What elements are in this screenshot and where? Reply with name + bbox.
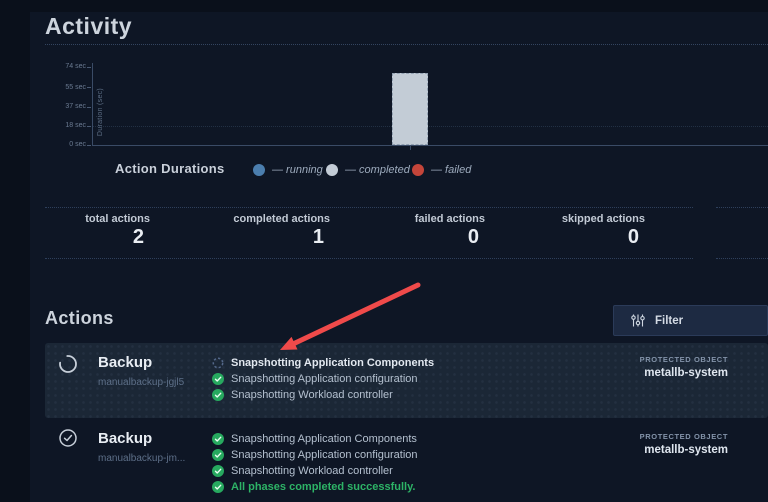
stat-label: completed actions [233,213,330,225]
spinner-circle-icon [58,354,78,374]
legend-label: — running [272,164,323,176]
stat-skipped-actions: skipped actions 0 [562,213,645,249]
y-axis-tick-mark [87,107,91,108]
activity-dashboard: Activity 74 sec 55 sec 37 sec 18 sec 0 s… [0,0,768,502]
legend-label: — failed [431,164,472,176]
phase-text: Snapshotting Application Components [231,433,417,445]
page-title: Activity [45,13,133,39]
protected-object-value: metallb-system [644,444,728,456]
stat-label: skipped actions [561,213,645,225]
action-id: manualbackup-jgjl5 [98,377,185,388]
y-axis-tick-label: 37 sec [65,103,86,110]
y-axis-tick-mark [87,87,91,88]
legend-label: — completed [345,164,410,176]
y-axis-tick-mark [87,145,91,146]
phase-item: Snapshotting Application Components [212,431,418,447]
filter-button-label: Filter [655,314,684,327]
legend-item-completed[interactable]: — completed [326,164,410,176]
action-type: Backup [98,354,153,371]
stat-label: failed actions [414,213,485,225]
check-circle-icon [212,449,224,461]
check-circle-icon [212,465,224,477]
stat-label: total actions [85,213,150,225]
stats-band-right-stub [716,207,768,259]
stat-value: 0 [627,226,639,248]
action-type: Backup [98,430,153,447]
filter-button[interactable]: Filter [613,305,768,336]
running-dot-icon [253,164,265,176]
check-circle-icon [212,481,224,493]
y-axis-tick-mark [87,126,91,127]
phase-text: Snapshotting Application configuration [231,373,418,385]
stat-failed-actions: failed actions 0 [415,213,485,249]
action-row-backup-running[interactable]: Backup manualbackup-jgjl5 Snapshotting A… [45,343,768,418]
phase-item: Snapshotting Application configuration [212,371,434,387]
y-axis-tick-label: 0 sec [69,141,86,148]
y-axis-tick-mark [87,67,91,68]
phase-text: Snapshotting Application Components [231,357,435,369]
sliders-filter-icon [631,314,645,327]
stat-value: 1 [312,226,324,248]
protected-object: PROTECTED OBJECT metallb-system [640,355,728,379]
phase-list: Snapshotting Application Components Snap… [212,355,434,403]
actions-section-title: Actions [45,308,114,328]
check-circle-icon [212,389,224,401]
phase-item: Snapshotting Application configuration [212,447,418,463]
legend-item-failed[interactable]: — failed [412,164,471,176]
phase-item: Snapshotting Workload controller [212,387,434,403]
check-circle-icon [212,373,224,385]
action-row-backup-completed[interactable]: Backup manualbackup-jm... Snapshotting A… [45,425,768,502]
y-axis-tick-label: 74 sec [65,63,86,70]
failed-dot-icon [412,164,424,176]
phase-text-success: All phases completed successfully. [231,481,416,493]
check-circle-outline-icon [58,428,78,448]
phase-text: Snapshotting Workload controller [231,389,393,401]
stat-value: 0 [467,226,479,248]
phase-list: Snapshotting Application Components Snap… [212,431,418,495]
x-axis-bar-tick [410,146,411,150]
gridline-18sec [93,126,768,127]
y-axis-tick-label: 18 sec [65,122,86,129]
completed-dot-icon [326,164,338,176]
check-circle-icon [212,433,224,445]
phase-text: Snapshotting Application configuration [231,449,418,461]
completed-duration-bar [392,73,428,145]
spinner-icon [212,357,224,369]
protected-object-label: PROTECTED OBJECT [639,432,728,441]
chart-legend-title: Action Durations [115,161,225,176]
action-id: manualbackup-jm... [98,453,186,464]
stat-completed-actions: completed actions 1 [233,213,330,249]
x-axis-line [92,145,768,146]
phase-item: Snapshotting Workload controller [212,463,418,479]
y-axis-line [92,63,93,146]
y-axis-title: Duration (sec) [97,87,104,137]
stat-value: 2 [132,226,144,248]
protected-object-value: metallb-system [644,367,728,379]
phase-item: All phases completed successfully. [212,479,418,495]
protected-object-label: PROTECTED OBJECT [639,355,728,364]
y-axis-tick-label: 55 sec [65,84,86,91]
legend-item-running[interactable]: — running [253,164,323,176]
stat-total-actions: total actions 2 [85,213,150,249]
title-divider [45,44,768,45]
phase-item: Snapshotting Application Components [212,355,434,371]
phase-text: Snapshotting Workload controller [231,465,393,477]
protected-object: PROTECTED OBJECT metallb-system [640,432,728,456]
